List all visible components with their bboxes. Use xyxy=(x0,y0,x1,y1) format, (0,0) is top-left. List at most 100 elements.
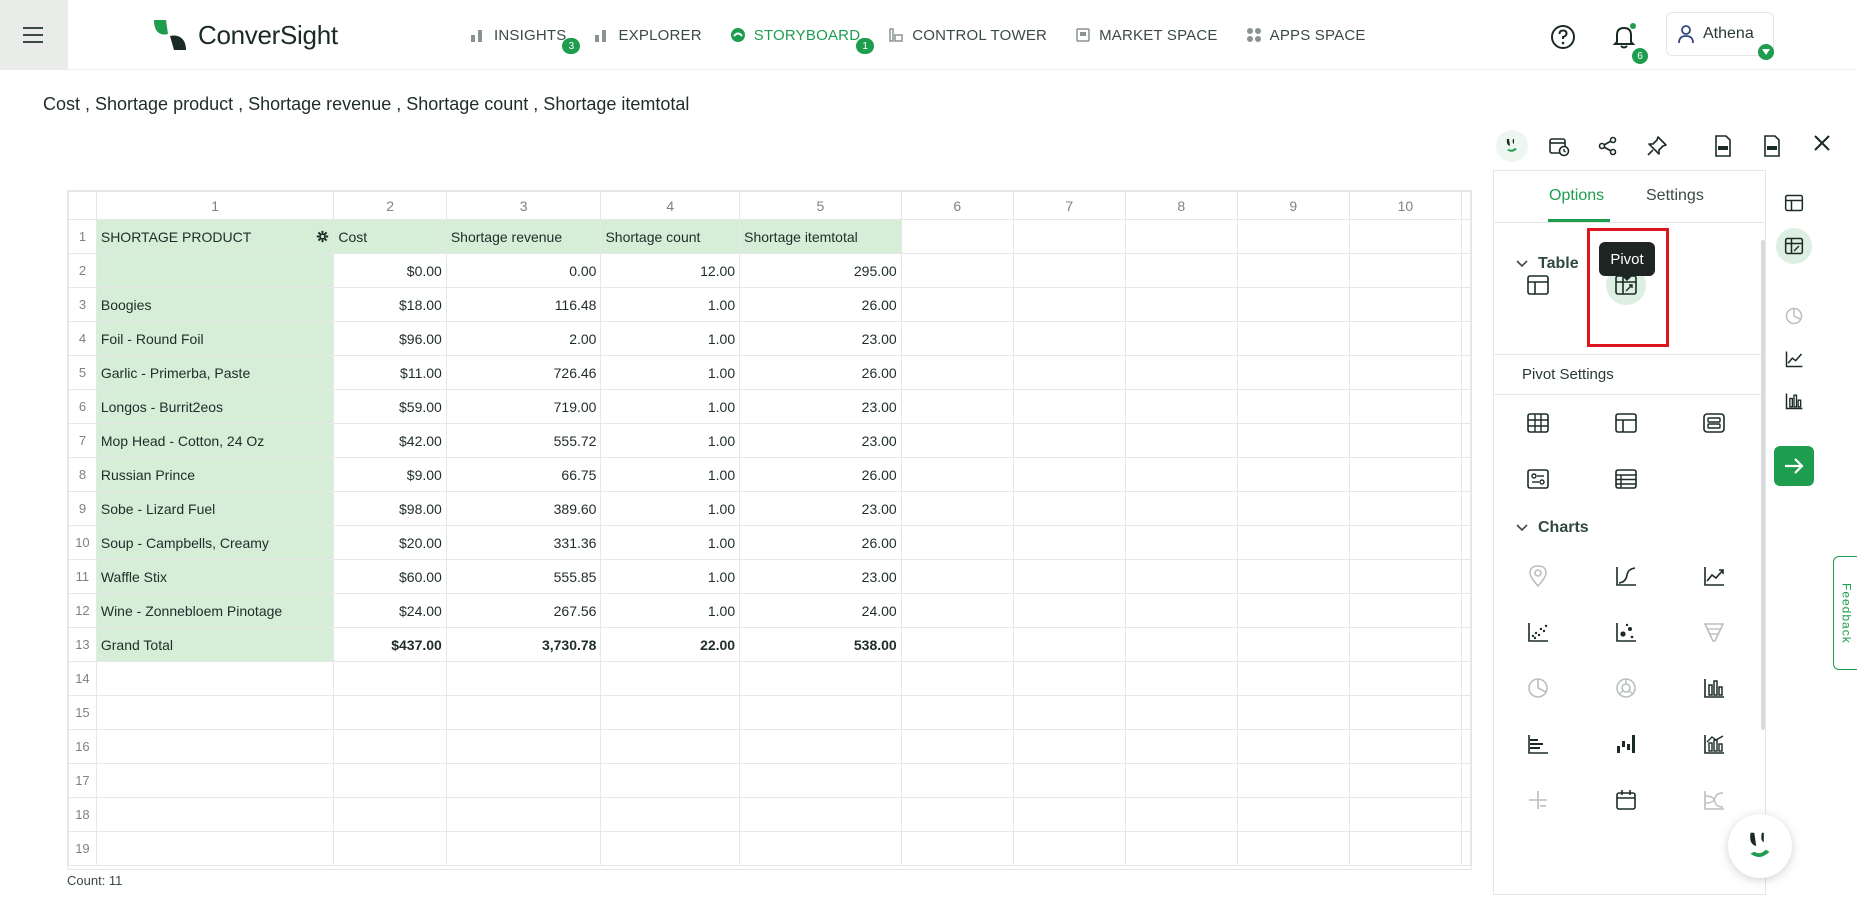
table-cell[interactable] xyxy=(1348,355,1462,390)
table-cell[interactable] xyxy=(1124,559,1238,594)
table-cell[interactable] xyxy=(1460,389,1471,424)
table-cell[interactable] xyxy=(1236,525,1350,560)
table-cell[interactable] xyxy=(1124,593,1238,628)
pie-chart-button[interactable] xyxy=(1518,668,1558,708)
table-cell[interactable] xyxy=(1348,695,1462,730)
table-cell[interactable]: 555.72 xyxy=(445,423,602,458)
table-cell[interactable] xyxy=(1012,695,1126,730)
table-cell[interactable] xyxy=(900,797,1014,832)
table-cell[interactable]: 1.00 xyxy=(600,321,741,356)
table-cell[interactable] xyxy=(1236,491,1350,526)
table-cell[interactable] xyxy=(1460,457,1471,492)
nav-market-space[interactable]: MARKET SPACE xyxy=(1075,22,1232,48)
column-header[interactable]: 8 xyxy=(1124,191,1238,220)
row-number[interactable]: 15 xyxy=(68,695,97,730)
menu-button[interactable] xyxy=(0,0,68,70)
nav-insights[interactable]: INSIGHTS 3 xyxy=(470,22,581,54)
sankey-chart-button[interactable] xyxy=(1694,780,1734,820)
compact-layout-button[interactable] xyxy=(1606,403,1646,443)
table-cell[interactable]: 555.85 xyxy=(445,559,602,594)
table-cell[interactable] xyxy=(333,797,447,832)
table-cell[interactable] xyxy=(1348,321,1462,356)
table-cell[interactable] xyxy=(1012,355,1126,390)
row-number[interactable]: 19 xyxy=(68,831,97,866)
row-number[interactable]: 17 xyxy=(68,763,97,798)
table-cell[interactable] xyxy=(1236,355,1350,390)
table-cell[interactable] xyxy=(1012,797,1126,832)
table-cell[interactable] xyxy=(1348,797,1462,832)
table-cell[interactable]: $20.00 xyxy=(333,525,447,560)
table-cell[interactable]: 1.00 xyxy=(600,355,741,390)
panel-scrollbar[interactable] xyxy=(1761,240,1765,730)
table-cell[interactable] xyxy=(1236,661,1350,696)
row-number[interactable]: 5 xyxy=(68,355,97,390)
table-cell[interactable] xyxy=(445,831,602,866)
pin-button[interactable] xyxy=(1639,130,1675,162)
table-cell[interactable] xyxy=(1012,525,1126,560)
header-cell[interactable]: SHORTAGE PRODUCT xyxy=(95,219,335,254)
table-cell[interactable] xyxy=(1460,491,1471,526)
table-cell[interactable] xyxy=(1012,457,1126,492)
row-number[interactable]: 13 xyxy=(68,627,97,662)
table-cell[interactable] xyxy=(1012,661,1126,696)
table-cell[interactable] xyxy=(739,729,902,764)
header-cell[interactable]: Shortage count xyxy=(600,219,741,254)
table-cell[interactable] xyxy=(1348,389,1462,424)
table-cell[interactable] xyxy=(900,389,1014,424)
header-cell[interactable]: Shortage itemtotal xyxy=(739,219,902,254)
table-cell[interactable]: 26.00 xyxy=(739,355,902,390)
table-cell[interactable] xyxy=(95,661,335,696)
donut-chart-button[interactable] xyxy=(1606,668,1646,708)
table-cell[interactable] xyxy=(1012,423,1126,458)
table-cell[interactable] xyxy=(1348,831,1462,866)
table-cell[interactable] xyxy=(1124,287,1238,322)
table-cell[interactable]: $98.00 xyxy=(333,491,447,526)
row-number[interactable]: 14 xyxy=(68,661,97,696)
table-cell[interactable] xyxy=(1236,627,1350,662)
table-cell[interactable]: 389.60 xyxy=(445,491,602,526)
table-cell[interactable] xyxy=(600,763,741,798)
table-cell[interactable] xyxy=(600,729,741,764)
table-cell[interactable] xyxy=(95,797,335,832)
table-cell[interactable]: 1.00 xyxy=(600,389,741,424)
table-cell[interactable]: 26.00 xyxy=(739,525,902,560)
table-cell[interactable]: $96.00 xyxy=(333,321,447,356)
list-layout-button[interactable] xyxy=(1606,459,1646,499)
table-cell[interactable]: 0.00 xyxy=(445,253,602,288)
table-cell[interactable]: 1.00 xyxy=(600,559,741,594)
table-cell[interactable] xyxy=(739,831,902,866)
table-cell[interactable] xyxy=(900,321,1014,356)
row-number[interactable]: 8 xyxy=(68,457,97,492)
row-number[interactable]: 18 xyxy=(68,797,97,832)
table-cell[interactable] xyxy=(1012,219,1126,254)
table-cell[interactable] xyxy=(900,593,1014,628)
table-cell[interactable] xyxy=(1236,423,1350,458)
column-header[interactable]: 7 xyxy=(1012,191,1126,220)
table-cell[interactable] xyxy=(333,729,447,764)
table-cell[interactable] xyxy=(1236,253,1350,288)
table-cell[interactable] xyxy=(1124,729,1238,764)
column-header[interactable]: 1 xyxy=(95,191,335,220)
table-cell[interactable] xyxy=(900,423,1014,458)
table-cell[interactable] xyxy=(1348,525,1462,560)
close-button[interactable] xyxy=(1812,133,1832,158)
table-cell[interactable] xyxy=(445,797,602,832)
table-cell[interactable] xyxy=(1236,763,1350,798)
column-header[interactable]: 10 xyxy=(1348,191,1462,220)
column-header[interactable]: 2 xyxy=(333,191,447,220)
table-cell[interactable]: $59.00 xyxy=(333,389,447,424)
user-dropdown-toggle[interactable] xyxy=(1758,44,1774,60)
table-cell[interactable] xyxy=(739,695,902,730)
table-cell[interactable]: 66.75 xyxy=(445,457,602,492)
table-cell[interactable]: 1.00 xyxy=(600,491,741,526)
table-cell[interactable] xyxy=(1124,253,1238,288)
table-cell[interactable] xyxy=(1348,729,1462,764)
table-cell[interactable]: 1.00 xyxy=(600,525,741,560)
nav-control-tower[interactable]: CONTROL TOWER xyxy=(888,22,1061,48)
table-cell[interactable] xyxy=(1348,457,1462,492)
grid-layout-button[interactable] xyxy=(1518,403,1558,443)
table-cell[interactable] xyxy=(1124,525,1238,560)
charts-section-toggle[interactable]: Charts xyxy=(1516,519,1589,537)
line-chart-button[interactable] xyxy=(1694,556,1734,596)
table-cell[interactable]: Waffle Stix xyxy=(95,559,335,594)
